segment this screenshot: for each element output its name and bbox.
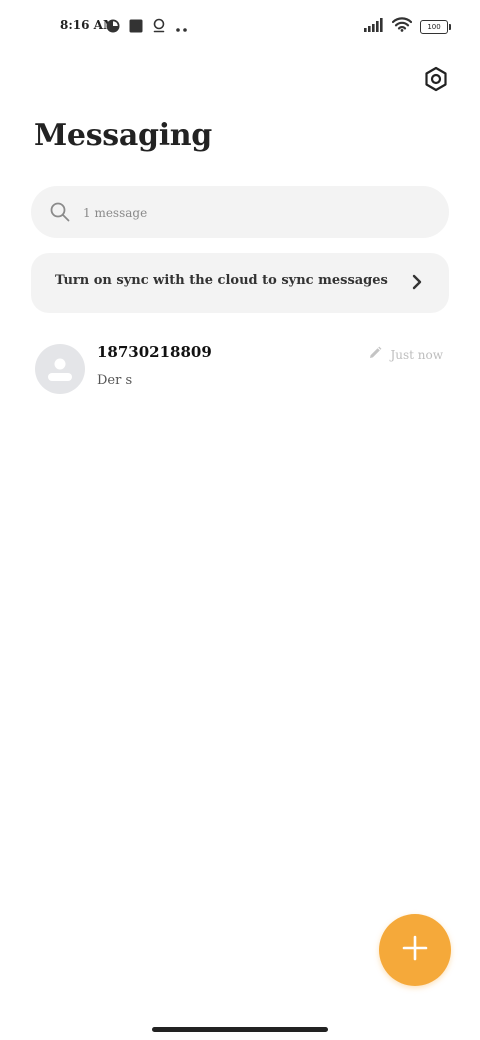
location-pin-icon	[152, 18, 166, 37]
more-dots-icon	[175, 18, 189, 37]
conversation-meta: Just now	[368, 345, 443, 364]
signal-icon	[364, 17, 384, 36]
settings-hexagon-icon	[423, 66, 449, 96]
home-indicator[interactable]	[152, 1027, 328, 1032]
square-status-icon	[129, 18, 143, 37]
page-title: Messaging	[34, 118, 212, 153]
pie-status-icon	[106, 18, 120, 37]
conversation-snippet: Der s	[97, 373, 133, 388]
sync-banner[interactable]: Turn on sync with the cloud to sync mess…	[31, 253, 449, 313]
conversation-time: Just now	[390, 347, 443, 362]
search-input[interactable]	[81, 186, 425, 240]
search-bar[interactable]	[31, 186, 449, 240]
search-icon	[49, 201, 71, 227]
new-message-button[interactable]	[379, 914, 451, 986]
settings-button[interactable]	[421, 66, 451, 96]
chevron-right-icon	[411, 273, 423, 295]
conversation-name: 18730218809	[97, 343, 212, 361]
plus-icon	[401, 934, 429, 966]
wifi-icon	[391, 17, 413, 36]
battery-icon: 100	[420, 19, 451, 34]
status-icons-right: 100	[364, 17, 451, 36]
conversation-item[interactable]: 18730218809 Der s Just now	[0, 330, 480, 406]
sync-banner-text: Turn on sync with the cloud to sync mess…	[55, 273, 388, 288]
status-icons-left	[106, 18, 189, 37]
status-bar: 8:16 AM 100	[0, 0, 480, 52]
pencil-icon	[368, 345, 382, 364]
person-icon	[48, 358, 72, 381]
avatar	[35, 344, 85, 394]
